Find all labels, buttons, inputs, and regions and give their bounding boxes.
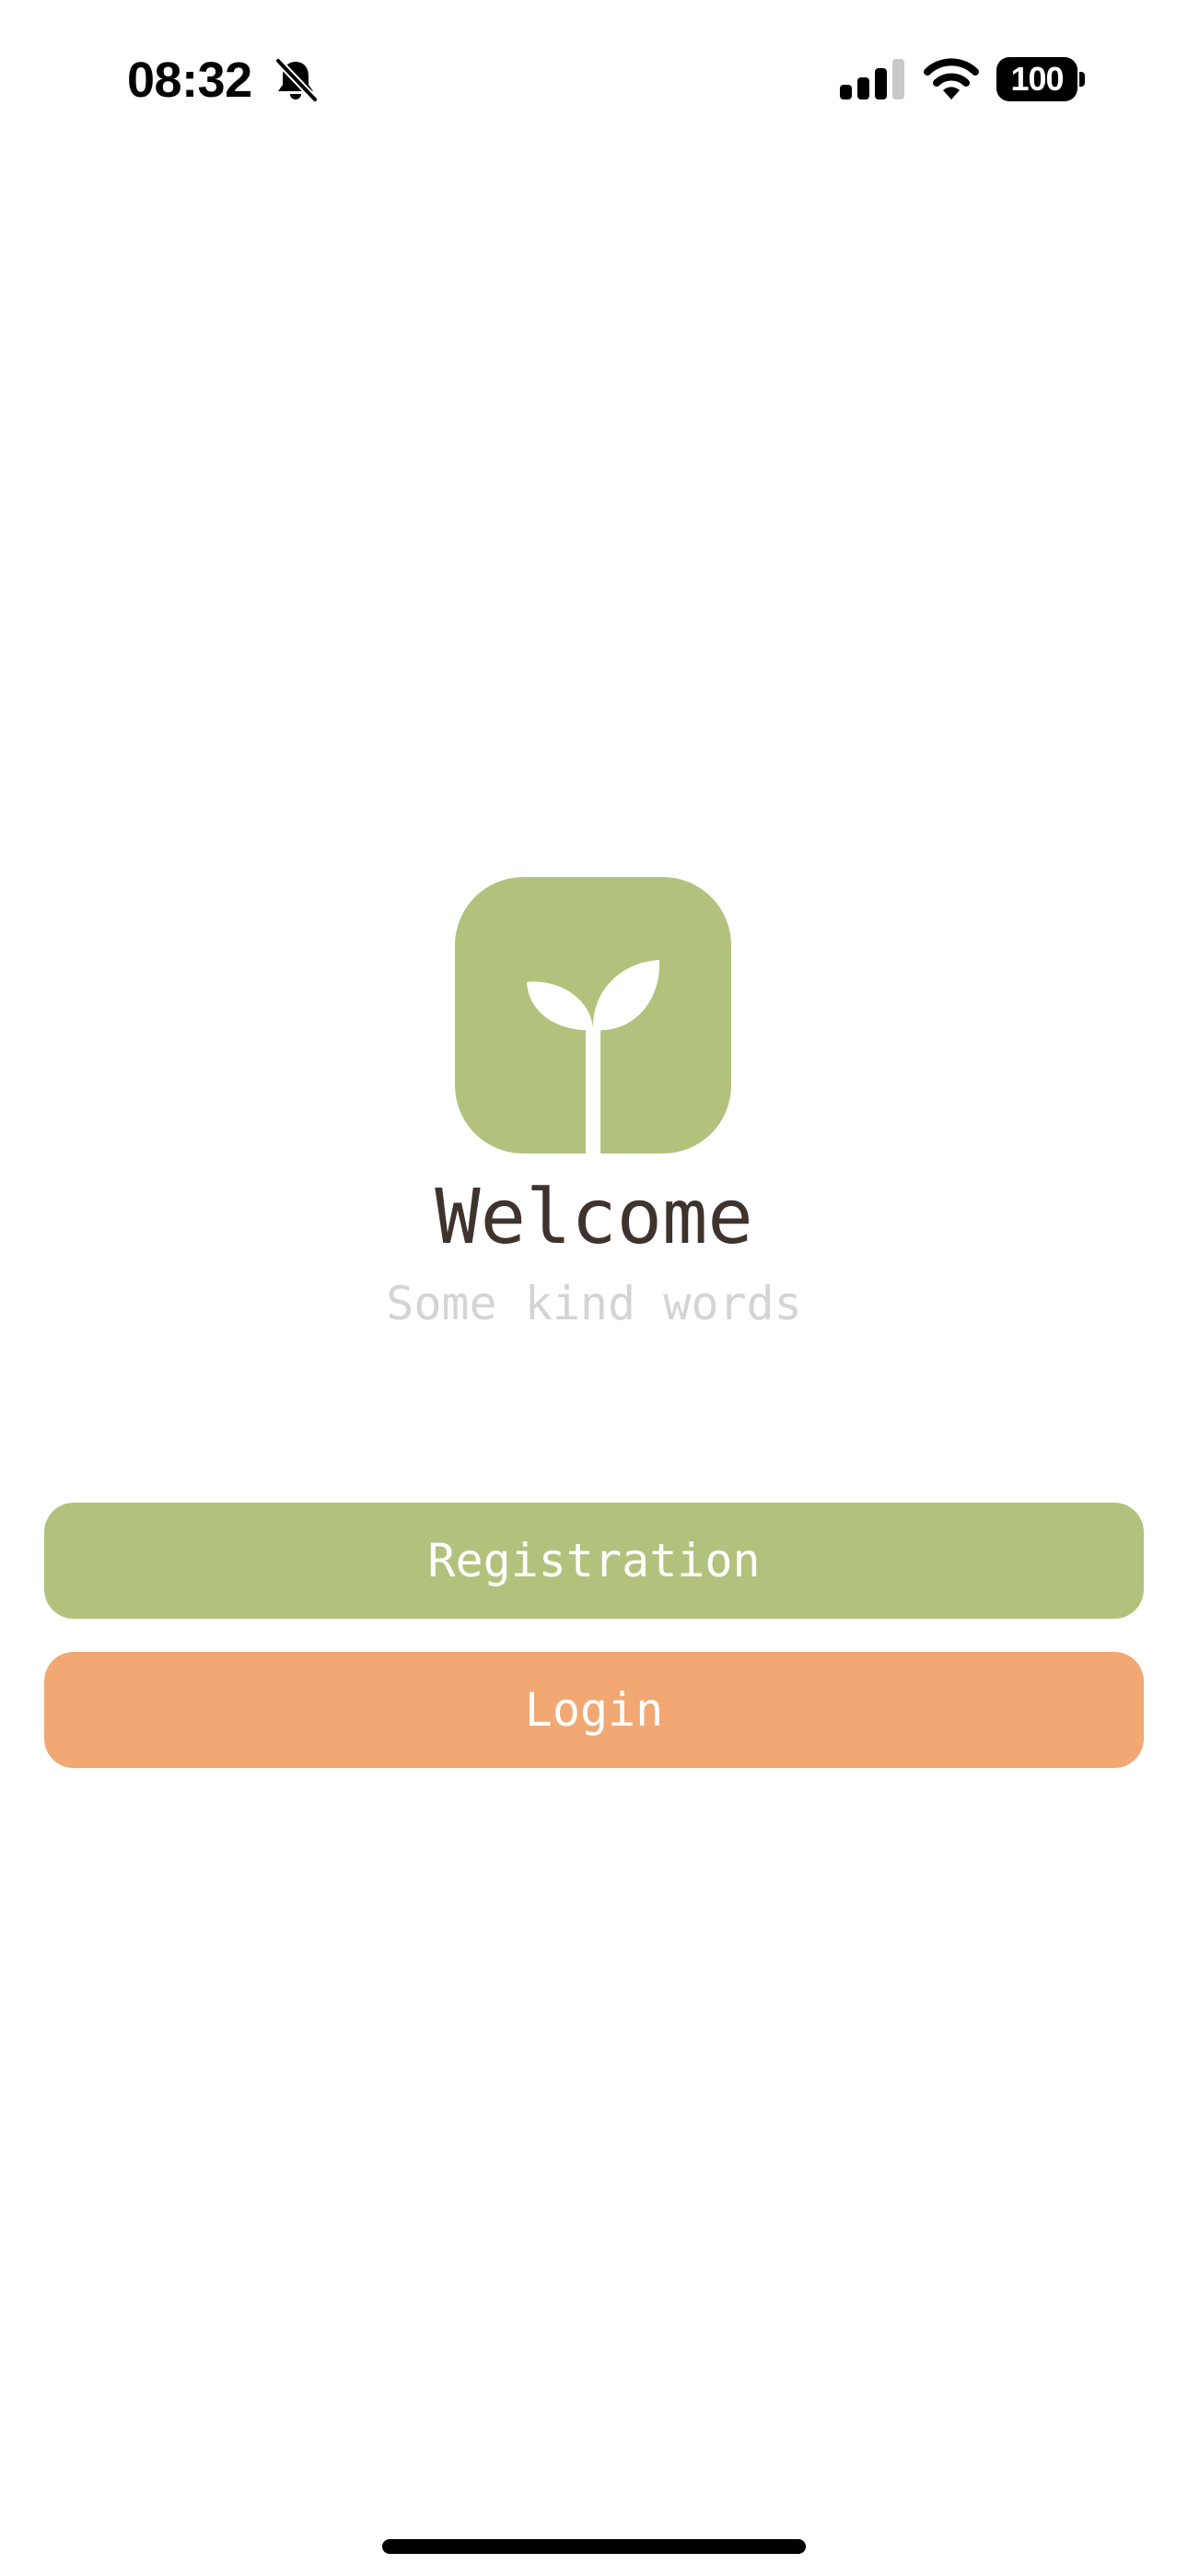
welcome-screen: 08:32 100 Welcome Some kind words Regist… — [0, 0, 1188, 2576]
status-bar: 08:32 100 — [0, 0, 1188, 157]
status-time: 08:32 — [127, 53, 252, 108]
battery-indicator: 100 — [996, 57, 1085, 101]
welcome-subtitle: Some kind words — [386, 1277, 802, 1330]
welcome-title: Welcome — [435, 1174, 753, 1261]
app-logo — [455, 877, 731, 1153]
login-button[interactable]: Login — [44, 1652, 1144, 1768]
registration-button[interactable]: Registration — [44, 1503, 1144, 1619]
home-indicator[interactable] — [382, 2539, 806, 2554]
cellular-signal-icon — [840, 59, 904, 100]
wifi-icon — [924, 58, 979, 100]
battery-level: 100 — [1010, 60, 1064, 98]
battery-icon: 100 — [996, 57, 1077, 101]
battery-cap — [1079, 72, 1085, 87]
sprout-icon — [527, 960, 660, 1153]
bell-slash-icon — [274, 57, 319, 103]
